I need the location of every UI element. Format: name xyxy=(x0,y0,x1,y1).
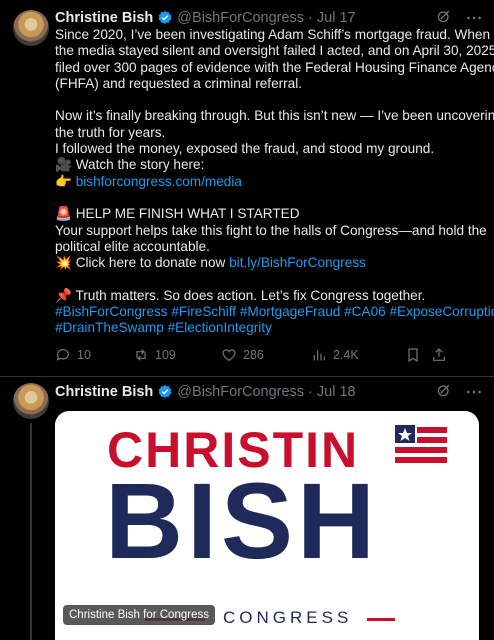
repost-button[interactable]: 109 xyxy=(133,347,221,363)
avatar[interactable] xyxy=(13,10,49,46)
tweet-line: 🎥 Watch the story here: xyxy=(55,157,205,173)
share-button[interactable] xyxy=(431,347,447,363)
reply-count: 10 xyxy=(77,348,91,362)
tweet-line: the truth for years. xyxy=(55,124,166,140)
tweet-line: political elite accountable. xyxy=(55,238,210,254)
grok-icon[interactable] xyxy=(436,382,452,402)
tweet-actions: 10 109 286 2.4K xyxy=(55,346,484,364)
thread-line xyxy=(30,423,32,640)
reply-button[interactable]: 10 xyxy=(55,347,133,363)
bookmark-button[interactable] xyxy=(405,347,431,363)
share-icon xyxy=(433,348,445,361)
grok-icon[interactable] xyxy=(436,8,452,28)
tweet-line: Now it’s finally breaking through. But t… xyxy=(55,108,494,124)
more-icon[interactable] xyxy=(466,384,482,400)
like-count: 286 xyxy=(243,348,264,362)
repost-icon xyxy=(136,349,146,361)
tweet-line: the media stayed silent and oversight fa… xyxy=(55,43,494,59)
logo-line-2: BISH xyxy=(105,460,380,581)
tweet-line: Your support helps take this fight to th… xyxy=(55,222,487,238)
media-link-line: 👉 bishforcongress.com/media xyxy=(55,174,485,190)
donate-link[interactable]: bit.ly/BishForCongress xyxy=(229,255,366,270)
verified-badge-icon xyxy=(157,384,173,400)
tweet-line: I followed the money, exposed the fraud,… xyxy=(55,141,435,157)
author-name[interactable]: Christine Bish xyxy=(55,10,153,26)
tweet-line: Since 2020, I’ve been investigating Adam… xyxy=(55,27,491,42)
hashtags-line[interactable]: #DrainTheSwamp #ElectionIntegrity xyxy=(55,320,485,336)
media-link[interactable]: bishforcongress.com/media xyxy=(76,174,242,189)
pointing-hand-emoji: 👉 xyxy=(55,173,76,189)
avatar[interactable] xyxy=(13,383,49,419)
author-handle[interactable]: @BishForCongress xyxy=(177,384,304,400)
tweet-line: 🚨 HELP ME FINISH WHAT I STARTED xyxy=(55,206,300,222)
like-button[interactable]: 286 xyxy=(221,347,311,363)
tweet-text: Since 2020, I’ve been investigating Adam… xyxy=(55,27,494,337)
tweet-header: Christine Bish @BishForCongress · Jul 17 xyxy=(55,8,482,28)
tweet-line: (FHFA) and requested a criminal referral… xyxy=(55,75,303,91)
views-icon xyxy=(313,350,325,361)
tweet-1[interactable]: Christine Bish @BishForCongress · Jul 17… xyxy=(0,0,494,378)
tweet-line: filed over 300 pages of evidence with th… xyxy=(55,59,494,75)
author-name[interactable]: Christine Bish xyxy=(55,384,153,400)
media-caption: Christine Bish for Congress xyxy=(63,605,215,625)
post-date[interactable]: · Jul 18 xyxy=(308,384,356,400)
author-handle[interactable]: @BishForCongress xyxy=(177,10,304,26)
view-count: 2.4K xyxy=(333,348,359,362)
more-icon[interactable] xyxy=(466,10,482,26)
repost-count: 109 xyxy=(155,348,176,362)
logo-line-3: CONGRESS xyxy=(223,608,353,627)
bookmark-icon xyxy=(408,348,418,363)
donate-line: 💥 Click here to donate now bit.ly/BishFo… xyxy=(55,255,485,271)
hashtags-line[interactable]: #BishForCongress #FireSchiff #MortgageFr… xyxy=(55,304,494,320)
donate-text: 💥 Click here to donate now xyxy=(55,255,230,271)
closing-line: 📌 Truth matters. So does action. Let’s f… xyxy=(55,287,426,303)
tweet-header: Christine Bish @BishForCongress · Jul 18 xyxy=(55,382,482,402)
reply-icon xyxy=(56,349,69,361)
flag-icon xyxy=(395,425,447,465)
views-button[interactable]: 2.4K xyxy=(311,347,405,363)
post-date[interactable]: · Jul 17 xyxy=(308,10,356,26)
verified-badge-icon xyxy=(157,10,173,26)
logo-red-bar xyxy=(367,618,395,621)
like-icon xyxy=(222,349,236,362)
